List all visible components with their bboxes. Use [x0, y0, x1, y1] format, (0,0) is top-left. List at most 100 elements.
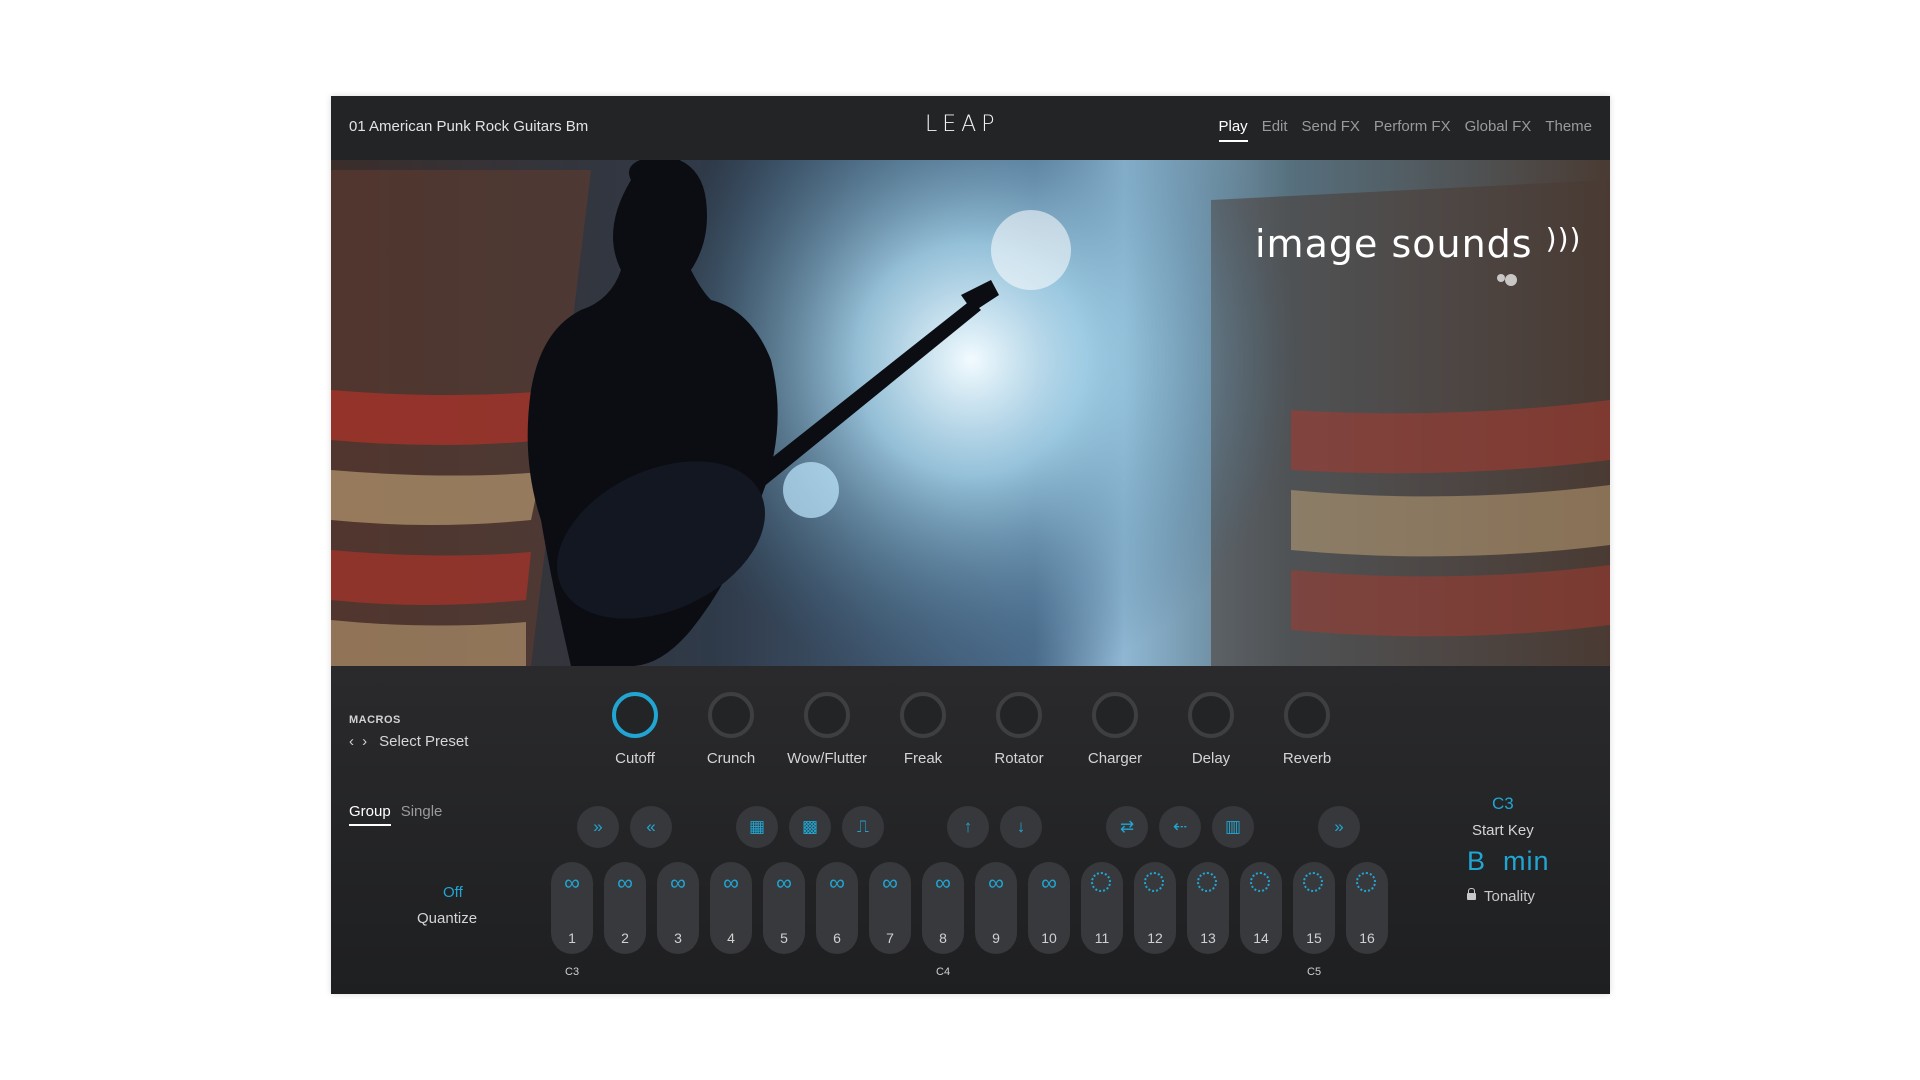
hero-image: image sounds ))): [331, 160, 1610, 666]
macro-freak[interactable]: Freak: [891, 692, 955, 767]
start-key-value[interactable]: C3: [1492, 794, 1514, 814]
nav-perform-fx[interactable]: Perform FX: [1374, 118, 1451, 142]
reverb-knob[interactable]: [1284, 692, 1330, 738]
loop-icon: ∞: [829, 870, 845, 895]
pad-number: 5: [780, 930, 788, 946]
knob-label: Reverb: [1282, 750, 1332, 767]
pad-8[interactable]: ∞ 8: [922, 862, 964, 954]
macro-knobs: Cutoff Crunch Wow/Flutter Freak Rotator …: [603, 692, 1339, 767]
leap-logo: LEAP: [925, 112, 1000, 137]
pad-number: 3: [674, 930, 682, 946]
pad-13[interactable]: 13: [1187, 862, 1229, 954]
pad-number: 8: [939, 930, 947, 946]
nav-send-fx[interactable]: Send FX: [1302, 118, 1360, 142]
pad-15[interactable]: 15: [1293, 862, 1335, 954]
pad-11[interactable]: 11: [1081, 862, 1123, 954]
pad-3[interactable]: ∞ 3: [657, 862, 699, 954]
pad-number: 6: [833, 930, 841, 946]
macro-rotator[interactable]: Rotator: [987, 692, 1051, 767]
prev-next-arrows-icon[interactable]: ‹ ›: [349, 733, 369, 750]
quantize-value[interactable]: Off: [443, 884, 463, 901]
pattern-controls: » « ▦ ▩ ⎍ ↑ ↓ ⇄ ⇠ ▥ »: [331, 806, 1610, 850]
macros-title: MACROS: [349, 714, 401, 726]
top-bar: 01 American Punk Rock Guitars Bm LEAP Pl…: [331, 96, 1610, 160]
arrow-down-icon[interactable]: ↓: [1000, 806, 1042, 848]
macro-cutoff[interactable]: Cutoff: [603, 692, 667, 767]
pad-number: 13: [1200, 930, 1216, 946]
tonality-label-row: Tonality: [1467, 888, 1535, 905]
preset-name[interactable]: 01 American Punk Rock Guitars Bm: [349, 118, 588, 135]
pad-10[interactable]: ∞ 10: [1028, 862, 1070, 954]
rewind-icon[interactable]: «: [630, 806, 672, 848]
crunch-knob[interactable]: [708, 692, 754, 738]
loop-icon: ∞: [564, 870, 580, 895]
nav-edit[interactable]: Edit: [1262, 118, 1288, 142]
wireless-signal-icon: ))): [1545, 222, 1582, 255]
knob-label: Cutoff: [615, 750, 655, 767]
nav-global-fx[interactable]: Global FX: [1465, 118, 1532, 142]
macro-delay[interactable]: Delay: [1179, 692, 1243, 767]
knob-label: Delay: [1191, 750, 1231, 767]
pad-number: 10: [1041, 930, 1057, 946]
cutoff-knob[interactable]: [612, 692, 658, 738]
delay-knob[interactable]: [1188, 692, 1234, 738]
loop-icon: ∞: [935, 870, 951, 895]
control-panel: MACROS ‹ › Select Preset Cutoff Crunch W…: [331, 666, 1610, 994]
swap-icon[interactable]: ⇄: [1106, 806, 1148, 848]
one-shot-icon: [1250, 872, 1270, 892]
macro-crunch[interactable]: Crunch: [699, 692, 763, 767]
image-sounds-brand: image sounds ))): [1255, 222, 1581, 266]
macro-reverb[interactable]: Reverb: [1275, 692, 1339, 767]
nav-theme[interactable]: Theme: [1545, 118, 1592, 142]
octave-label-c5: C5: [1307, 966, 1322, 978]
loop-icon: ∞: [988, 870, 1004, 895]
one-shot-icon: [1144, 872, 1164, 892]
pad-number: 7: [886, 930, 894, 946]
loop-icon: ∞: [882, 870, 898, 895]
pad-6[interactable]: ∞ 6: [816, 862, 858, 954]
rotator-knob[interactable]: [996, 692, 1042, 738]
pad-4[interactable]: ∞ 4: [710, 862, 752, 954]
scatter-icon[interactable]: ⇠: [1159, 806, 1201, 848]
pad-2[interactable]: ∞ 2: [604, 862, 646, 954]
pattern-icon[interactable]: ▦: [736, 806, 778, 848]
loop-icon: ∞: [723, 870, 739, 895]
pattern-alt-icon[interactable]: ▩: [789, 806, 831, 848]
freak-knob[interactable]: [900, 692, 946, 738]
wow-flutter-knob[interactable]: [804, 692, 850, 738]
pad-16[interactable]: 16: [1346, 862, 1388, 954]
arrow-up-icon[interactable]: ↑: [947, 806, 989, 848]
pad-14[interactable]: 14: [1240, 862, 1282, 954]
macro-wow-flutter[interactable]: Wow/Flutter: [787, 692, 867, 767]
quantize-label: Quantize: [417, 910, 478, 927]
tonality-value[interactable]: B min: [1467, 846, 1550, 877]
loop-icon: ∞: [1041, 870, 1057, 895]
pad-7[interactable]: ∞ 7: [869, 862, 911, 954]
fast-forward-icon[interactable]: »: [577, 806, 619, 848]
skip-icon[interactable]: »: [1318, 806, 1360, 848]
knob-label: Charger: [1087, 750, 1143, 767]
pad-number: 15: [1306, 930, 1322, 946]
pad-number: 12: [1147, 930, 1163, 946]
pad-number: 9: [992, 930, 1000, 946]
knob-label: Rotator: [994, 750, 1044, 767]
one-shot-icon: [1303, 872, 1323, 892]
pad-12[interactable]: 12: [1134, 862, 1176, 954]
one-shot-icon: [1197, 872, 1217, 892]
pad-5[interactable]: ∞ 5: [763, 862, 805, 954]
bars-icon[interactable]: ▥: [1212, 806, 1254, 848]
charger-knob[interactable]: [1092, 692, 1138, 738]
macro-charger[interactable]: Charger: [1083, 692, 1147, 767]
loop-icon: ∞: [776, 870, 792, 895]
select-preset-label[interactable]: Select Preset: [379, 733, 468, 750]
preset-selector[interactable]: ‹ › Select Preset: [349, 733, 468, 750]
nav-play[interactable]: Play: [1218, 118, 1248, 142]
waveform-icon[interactable]: ⎍: [842, 806, 884, 848]
pad-1[interactable]: ∞ 1: [551, 862, 593, 954]
lock-icon[interactable]: [1467, 888, 1476, 900]
pad-9[interactable]: ∞ 9: [975, 862, 1017, 954]
one-shot-icon: [1356, 872, 1376, 892]
pad-number: 14: [1253, 930, 1269, 946]
octave-label-c3: C3: [565, 966, 580, 978]
leap-app-window: 01 American Punk Rock Guitars Bm LEAP Pl…: [331, 96, 1610, 994]
